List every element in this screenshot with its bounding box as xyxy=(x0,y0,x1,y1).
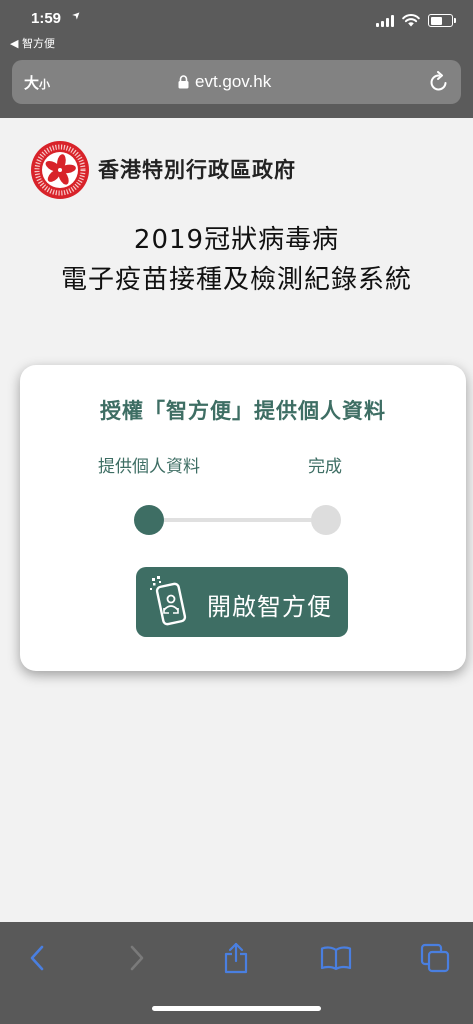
page-title: 2019冠狀病毒病 電子疫苗接種及檢測紀錄系統 xyxy=(0,220,473,300)
authorization-card: 授權「智方便」提供個人資料 提供個人資料 完成 開啟智方便 xyxy=(20,365,466,671)
forward-button[interactable] xyxy=(117,940,157,976)
chevron-left-icon xyxy=(30,945,44,971)
share-button[interactable] xyxy=(216,940,256,976)
open-iamsmart-button[interactable]: 開啟智方便 xyxy=(136,567,348,637)
step-progress-line xyxy=(150,518,328,522)
bookmarks-button[interactable] xyxy=(316,940,356,976)
tabs-icon xyxy=(420,943,450,973)
url-text[interactable]: evt.gov.hk xyxy=(195,72,271,92)
book-icon xyxy=(320,946,352,971)
chevron-right-icon xyxy=(130,945,144,971)
signal-icon xyxy=(376,14,394,27)
status-time: 1:59 xyxy=(31,10,62,27)
hksar-emblem-icon xyxy=(31,141,89,199)
step-dot-inactive xyxy=(311,505,341,535)
lock-icon xyxy=(178,75,189,89)
wifi-icon xyxy=(402,14,420,27)
card-title: 授權「智方便」提供個人資料 xyxy=(100,399,386,423)
page-title-line-2: 電子疫苗接種及檢測紀錄系統 xyxy=(60,265,412,295)
open-iamsmart-label: 開啟智方便 xyxy=(207,593,332,621)
iamsmart-phone-icon xyxy=(150,576,187,626)
step-dot-active xyxy=(134,505,164,535)
tabs-button[interactable] xyxy=(415,940,455,976)
step-label-complete: 完成 xyxy=(308,457,342,477)
share-icon xyxy=(224,942,248,974)
browser-top-chrome: 1:59 ➤ ◀ 智方便 大小 evt.gov.hk xyxy=(0,0,473,118)
battery-icon xyxy=(428,14,456,27)
back-button[interactable] xyxy=(17,940,57,976)
status-indicators xyxy=(376,14,456,27)
page-title-line-1: 2019冠狀病毒病 xyxy=(133,225,340,255)
back-to-app-link[interactable]: ◀ 智方便 xyxy=(10,35,55,51)
text-size-button[interactable]: 大小 xyxy=(24,72,50,93)
location-arrow-icon: ➤ xyxy=(70,8,85,23)
browser-toolbar xyxy=(0,922,473,1024)
government-name: 香港特別行政區政府 xyxy=(98,158,296,182)
address-bar[interactable]: 大小 evt.gov.hk xyxy=(12,60,461,104)
home-indicator[interactable] xyxy=(152,1006,321,1011)
step-label-provide-info: 提供個人資料 xyxy=(98,457,200,477)
web-page: 香港特別行政區政府 2019冠狀病毒病 電子疫苗接種及檢測紀錄系統 授權「智方便… xyxy=(0,118,473,922)
reload-icon[interactable] xyxy=(429,71,449,93)
